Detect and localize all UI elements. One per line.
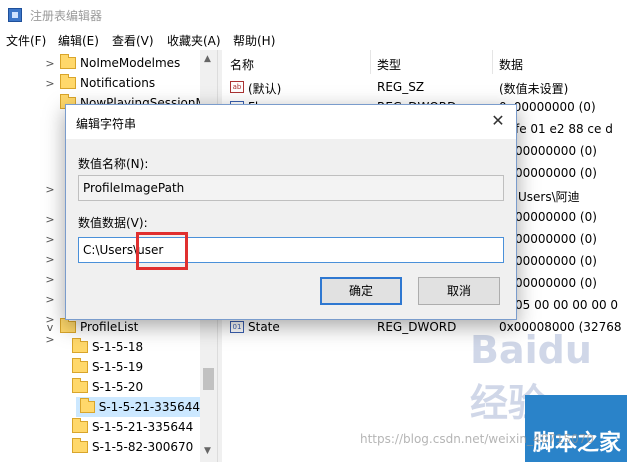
value-name-label: 数值名称(N): (78, 157, 149, 171)
tree-item[interactable]: > Notifications (44, 73, 155, 93)
window-title: 注册表编辑器 (30, 9, 103, 23)
annotation-highlight (136, 232, 188, 270)
menu-favorites[interactable]: 收藏夹(A) (167, 32, 221, 49)
folder-icon (72, 438, 88, 453)
tree-item[interactable]: S-1-5-20 (68, 377, 143, 397)
chevron-right-icon[interactable]: > (44, 213, 56, 226)
folder-open-icon (60, 318, 76, 333)
tree-item[interactable]: S-1-5-82-300670 (68, 437, 193, 457)
regedit-icon (8, 8, 22, 22)
chevron-right-icon[interactable]: > (44, 293, 56, 306)
scroll-up-arrow-icon[interactable]: ▲ (204, 54, 211, 64)
scroll-thumb[interactable] (203, 368, 214, 390)
close-icon[interactable]: ✕ (486, 110, 510, 132)
folder-icon (72, 338, 88, 353)
value-data-label: 数值数据(V): (78, 216, 148, 230)
menu-view[interactable]: 查看(V) (112, 32, 154, 49)
chevron-right-icon[interactable]: > (44, 253, 56, 266)
chevron-right-icon[interactable]: > (44, 183, 56, 196)
column-separator[interactable] (492, 50, 493, 74)
dialog-body: 数值名称(N): ProfileImagePath 数值数据(V): C:\Us… (66, 139, 516, 319)
chevron-down-icon[interactable]: v (44, 321, 56, 334)
folder-icon (72, 358, 88, 373)
column-header-type[interactable]: 类型 (377, 56, 401, 73)
tree-item-profilelist[interactable]: v ProfileList (44, 317, 138, 337)
column-header-name[interactable]: 名称 (230, 56, 254, 73)
column-separator[interactable] (370, 50, 371, 74)
menu-edit[interactable]: 编辑(E) (58, 32, 99, 49)
chevron-right-icon[interactable]: > (44, 273, 56, 286)
chevron-right-icon[interactable]: > (44, 233, 56, 246)
cancel-button[interactable]: 取消 (418, 277, 500, 305)
value-name-field: ProfileImagePath (78, 175, 504, 201)
string-value-icon: ab (230, 81, 244, 93)
edit-string-dialog: 编辑字符串 ✕ 数值名称(N): ProfileImagePath 数值数据(V… (65, 104, 517, 320)
folder-icon (72, 418, 88, 433)
tree-item[interactable]: > NoImeModelmes (44, 53, 180, 73)
scroll-down-arrow-icon[interactable]: ▼ (204, 446, 211, 456)
menu-file[interactable]: 文件(F) (6, 32, 46, 49)
tree-item[interactable]: S-1-5-19 (68, 357, 143, 377)
folder-icon (60, 74, 76, 89)
tree-item[interactable]: S-1-5-18 (68, 337, 143, 357)
list-item[interactable]: ab (默认) REG_SZ (数值未设置) (222, 78, 627, 98)
title-bar: 注册表编辑器 (0, 0, 627, 30)
folder-icon (80, 398, 95, 413)
menu-bar: 文件(F) 编辑(E) 查看(V) 收藏夹(A) 帮助(H) (0, 30, 627, 50)
tree-item[interactable]: S-1-5-21-335644 (68, 417, 193, 437)
folder-icon (60, 54, 76, 69)
dialog-title: 编辑字符串 (76, 117, 137, 131)
menu-help[interactable]: 帮助(H) (233, 32, 275, 49)
tree-item-selected[interactable]: S-1-5-21-335644 (76, 397, 200, 417)
jiaoben-logo: 脚本之家 (525, 395, 627, 462)
folder-icon (72, 378, 88, 393)
chevron-right-icon[interactable]: > (44, 77, 56, 90)
chevron-right-icon[interactable]: > (44, 57, 56, 70)
binary-value-icon: 01 (230, 321, 244, 333)
url-watermark: https://blog.csdn.net/weixin_40715070 (360, 432, 595, 446)
ok-button[interactable]: 确定 (320, 277, 402, 305)
column-header-data[interactable]: 数据 (499, 56, 523, 73)
